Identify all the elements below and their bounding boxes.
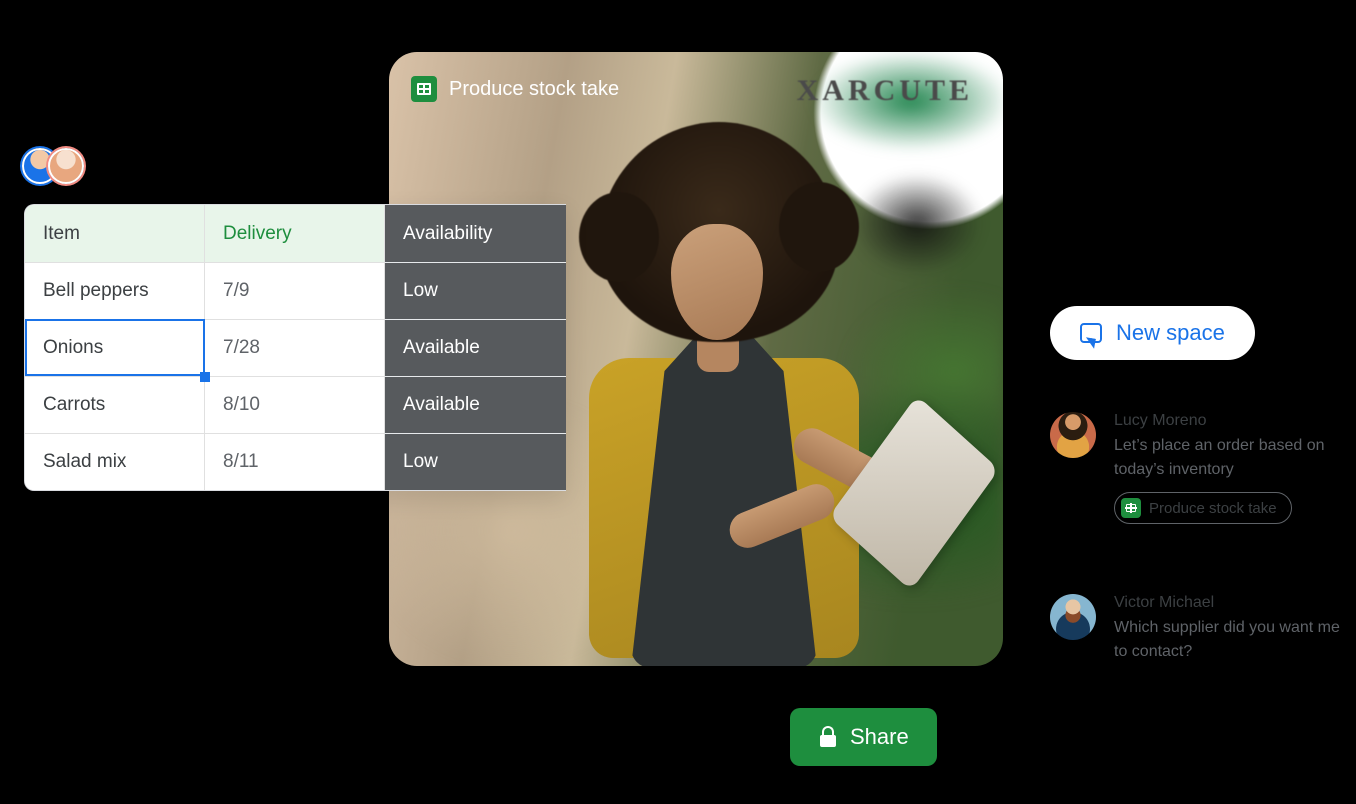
- col-header-availability[interactable]: Availability: [385, 205, 566, 262]
- chat-bubble-icon: [1080, 323, 1102, 343]
- sheets-icon: [1121, 498, 1141, 518]
- table-row[interactable]: Bell peppers 7/9 Low: [25, 262, 566, 319]
- table-row[interactable]: Carrots 8/10 Available: [25, 376, 566, 433]
- new-space-button[interactable]: New space: [1050, 306, 1255, 360]
- cell-availability[interactable]: Available: [385, 319, 566, 376]
- cell-delivery[interactable]: 8/11: [205, 433, 385, 490]
- sheets-icon: [411, 76, 437, 102]
- attachment-chip[interactable]: Produce stock take: [1114, 492, 1292, 524]
- cell-delivery[interactable]: 7/9: [205, 262, 385, 319]
- cell-delivery[interactable]: 8/10: [205, 376, 385, 433]
- cell-availability[interactable]: Low: [385, 262, 566, 319]
- chat-message: Victor Michael Which supplier did you wa…: [1050, 594, 1350, 664]
- table-row[interactable]: Onions 7/28 Available: [25, 319, 566, 376]
- background-sign-text: XARCUTE: [797, 74, 973, 108]
- person-illustration: [539, 132, 899, 666]
- collaborator-avatars: [22, 148, 84, 184]
- cell-availability[interactable]: Low: [385, 433, 566, 490]
- spreadsheet[interactable]: Item Delivery Availability Bell peppers …: [24, 204, 566, 491]
- chat-text: Let’s place an order based on today’s in…: [1114, 434, 1350, 482]
- avatar[interactable]: [1050, 594, 1096, 640]
- avatar[interactable]: [1050, 412, 1096, 458]
- col-header-item[interactable]: Item: [25, 205, 205, 262]
- doc-title-bar: Produce stock take: [411, 76, 619, 102]
- cell-item[interactable]: Onions: [25, 319, 205, 376]
- cell-item[interactable]: Bell peppers: [25, 262, 205, 319]
- attachment-label: Produce stock take: [1149, 500, 1277, 517]
- share-label: Share: [850, 724, 909, 750]
- new-space-label: New space: [1116, 320, 1225, 346]
- chat-author: Lucy Moreno: [1114, 412, 1350, 430]
- share-button[interactable]: Share: [790, 708, 937, 766]
- cell-item[interactable]: Carrots: [25, 376, 205, 433]
- cell-item[interactable]: Salad mix: [25, 433, 205, 490]
- table-header-row: Item Delivery Availability: [25, 205, 566, 262]
- cell-availability[interactable]: Available: [385, 376, 566, 433]
- chat-text: Which supplier did you want me to contac…: [1114, 616, 1350, 664]
- table-row[interactable]: Salad mix 8/11 Low: [25, 433, 566, 490]
- avatar[interactable]: [48, 148, 84, 184]
- col-header-delivery[interactable]: Delivery: [205, 205, 385, 262]
- cell-delivery[interactable]: 7/28: [205, 319, 385, 376]
- doc-title: Produce stock take: [449, 78, 619, 101]
- lock-icon: [818, 727, 838, 747]
- chat-message: Lucy Moreno Let’s place an order based o…: [1050, 412, 1350, 524]
- chat-author: Victor Michael: [1114, 594, 1350, 612]
